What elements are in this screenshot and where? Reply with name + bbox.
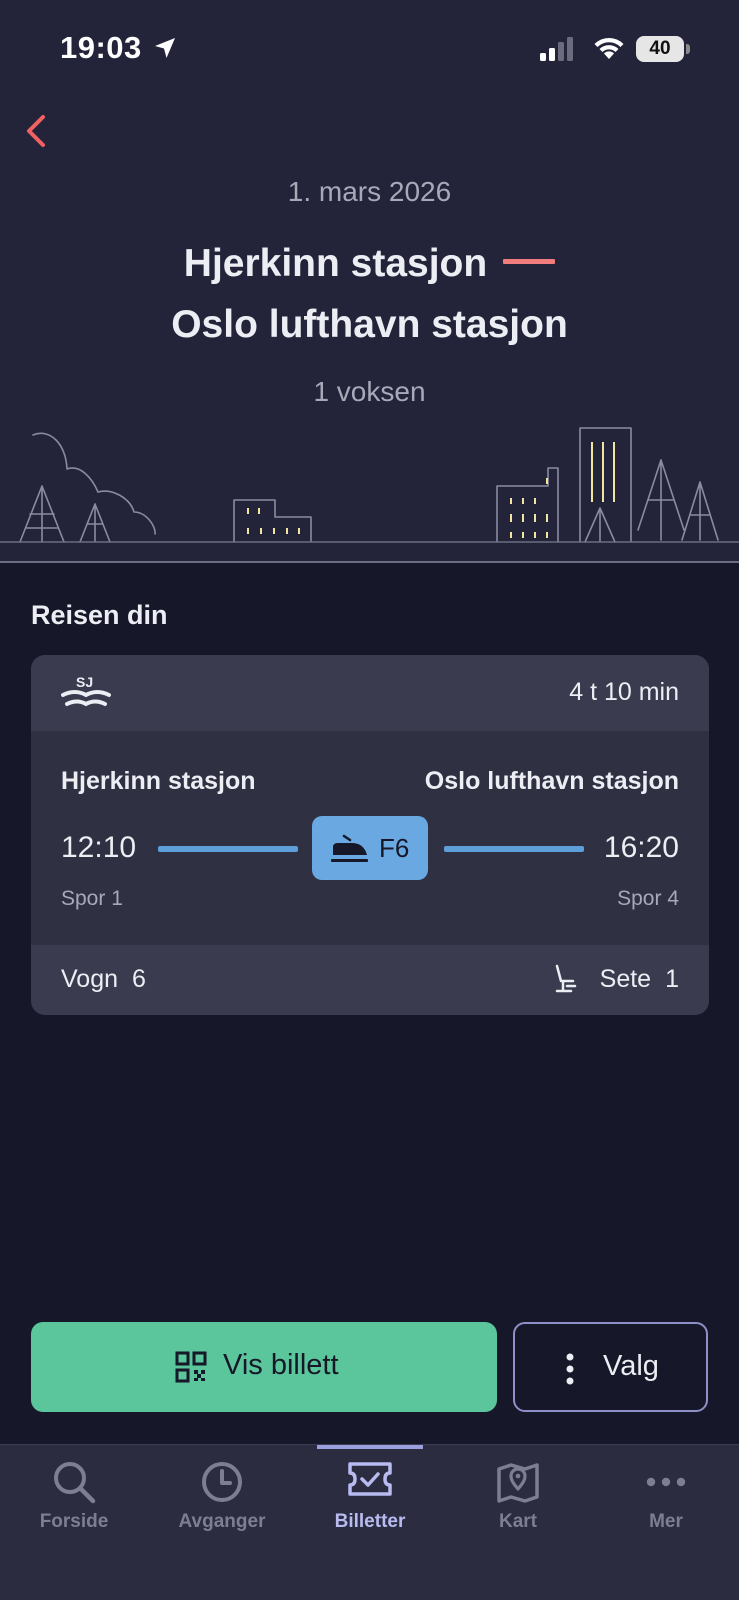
map-icon <box>497 1463 539 1503</box>
departure-station: Hjerkinn stasjon <box>61 767 256 795</box>
options-button[interactable]: Valg <box>513 1322 708 1412</box>
back-button[interactable] <box>14 108 60 154</box>
passenger-count: 1 voksen <box>313 376 426 407</box>
show-ticket-button[interactable]: Vis billett <box>31 1322 497 1412</box>
arrival-time: 16:20 <box>603 831 679 864</box>
tab-mer[interactable]: Mer <box>592 1445 739 1555</box>
options-label: Valg <box>603 1350 659 1382</box>
seat-label: Sete <box>599 965 652 993</box>
line-number: F6 <box>379 833 410 863</box>
tab-forside[interactable]: Forside <box>0 1445 148 1555</box>
arrival-track: Spor 4 <box>617 887 679 910</box>
cellular-signal-icon <box>540 37 573 61</box>
coach-info: Vogn 6 <box>61 965 146 994</box>
section-title: Reisen din <box>31 600 168 630</box>
battery-indicator: 40 <box>636 36 684 62</box>
seat-number: 1 <box>665 965 679 993</box>
search-icon <box>54 1462 96 1504</box>
clock-icon <box>202 1462 242 1502</box>
show-ticket-label: Vis billett <box>223 1349 339 1381</box>
departure-time: 12:10 <box>61 831 137 864</box>
ticket-screen: 19:03 40 1. mars 2026 Hjerkinn stasjon O… <box>0 0 739 1600</box>
route-title-from: Hjerkinn stasjon <box>0 242 739 286</box>
location-arrow-icon <box>155 38 175 58</box>
more-vertical-icon <box>566 1353 574 1385</box>
route-line-left <box>158 846 298 852</box>
route-dash <box>503 259 556 265</box>
coach-label: Vogn <box>61 965 119 993</box>
tab-label-kart: Kart <box>498 1511 537 1532</box>
card-header: SJ 4 t 10 min <box>31 655 709 731</box>
line-badge: F6 <box>312 816 428 880</box>
header-divider <box>0 561 739 563</box>
tab-kart[interactable]: Kart <box>444 1445 592 1555</box>
tab-label-avganger: Avganger <box>178 1511 266 1532</box>
coach-number: 6 <box>132 965 146 993</box>
route-from-label: Hjerkinn stasjon <box>183 242 488 285</box>
train-icon <box>331 834 368 862</box>
tab-label-mer: Mer <box>649 1511 683 1532</box>
journey-card[interactable]: SJ 4 t 10 min Hjerkinn stasjon Oslo luft… <box>31 655 709 1015</box>
ticket-icon <box>348 1462 392 1496</box>
wifi-icon <box>594 37 624 59</box>
skyline-illustration <box>0 427 739 543</box>
battery-tip <box>686 44 690 54</box>
tab-avganger[interactable]: Avganger <box>148 1445 296 1555</box>
status-bar: 19:03 40 <box>0 0 739 100</box>
journey-header: 19:03 40 1. mars 2026 Hjerkinn stasjon O… <box>0 0 739 563</box>
chevron-left-icon <box>27 115 45 147</box>
svg-text:SJ: SJ <box>76 674 93 690</box>
arrival-station: Oslo lufthavn stasjon <box>424 767 679 795</box>
departure-track: Spor 1 <box>61 887 123 910</box>
more-icon <box>646 1477 686 1487</box>
tab-label-forside: Forside <box>39 1511 109 1532</box>
seat-info: Sete 1 <box>600 965 679 994</box>
seat-info-row: Vogn 6 Sete 1 <box>31 945 709 1015</box>
route-line-right <box>444 846 584 852</box>
qr-code-icon <box>175 1351 207 1383</box>
seat-icon <box>555 964 577 993</box>
tab-billetter[interactable]: Billetter <box>296 1445 444 1555</box>
journey-duration: 4 t 10 min <box>569 678 679 706</box>
status-time: 19:03 <box>60 30 142 65</box>
travel-date: 1. mars 2026 <box>287 176 452 207</box>
tab-bar: Forside Avganger Billetter Kart Mer <box>0 1444 739 1600</box>
tab-label-billetter: Billetter <box>334 1511 406 1532</box>
sj-logo-icon: SJ <box>61 674 111 707</box>
route-title-to: Oslo lufthavn stasjon <box>171 303 568 346</box>
